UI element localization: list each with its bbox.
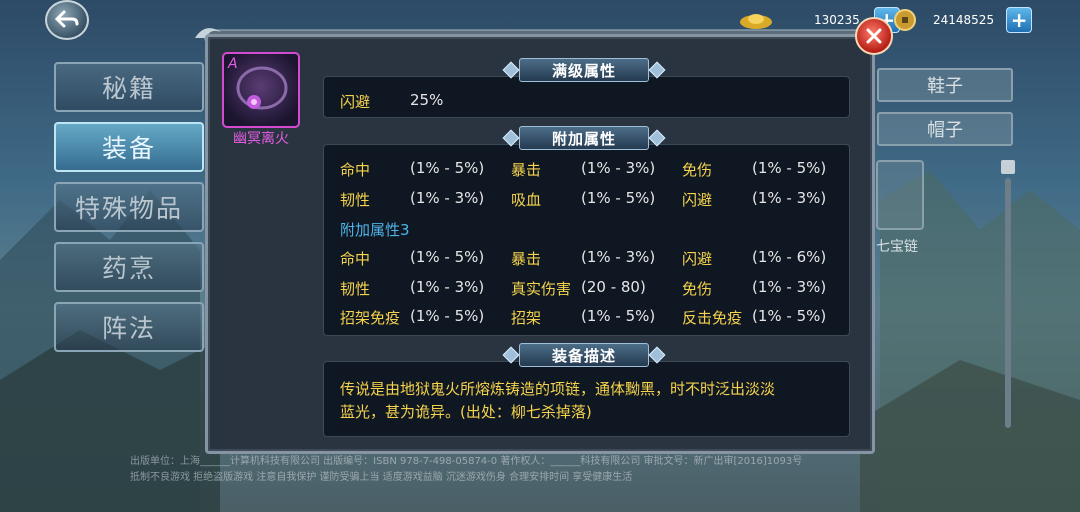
extra-attr-header: 附加属性 bbox=[502, 126, 666, 150]
scroll-up-arrow[interactable] bbox=[1001, 160, 1015, 174]
extra-attr-title: 附加属性 bbox=[519, 126, 649, 150]
attr-name: 招架免疫 bbox=[340, 309, 401, 327]
attr-value: (1% - 5%) bbox=[752, 159, 827, 177]
full-level-header: 满级属性 bbox=[502, 58, 666, 82]
attr-value: 25% bbox=[410, 91, 444, 109]
full-level-title: 满级属性 bbox=[519, 58, 649, 82]
close-icon bbox=[866, 28, 882, 44]
header-diamond-icon bbox=[502, 61, 520, 79]
attr-name: 免伤 bbox=[682, 161, 713, 179]
attr-name: 暴击 bbox=[511, 250, 542, 268]
footer-line-1: 出版单位：上海______计算机科技有限公司 出版编号：ISBN 978-7-4… bbox=[130, 456, 803, 467]
attr-value: (1% - 5%) bbox=[410, 159, 485, 177]
add-coin-button[interactable]: + bbox=[1006, 7, 1033, 33]
extra-attr-group-title: 附加属性3 bbox=[340, 221, 410, 239]
attr-name: 招架 bbox=[511, 309, 542, 327]
footer-line-2: 抵制不良游戏 拒绝盗版游戏 注意自我保护 谨防受骗上当 适度游戏益脑 沉迷游戏伤… bbox=[130, 472, 633, 483]
attr-value: (1% - 5%) bbox=[410, 248, 485, 266]
attr-value: (1% - 3%) bbox=[581, 159, 656, 177]
item-name: 幽冥离火 bbox=[233, 131, 289, 147]
header-diamond-icon bbox=[648, 129, 666, 147]
attr-name: 闪避 bbox=[682, 190, 713, 209]
coin-amount: 24148525 bbox=[933, 13, 995, 27]
attr-value: (1% - 5%) bbox=[752, 307, 827, 325]
coin-icon bbox=[894, 9, 916, 31]
attr-value: (20 - 80) bbox=[581, 277, 646, 296]
attr-name: 反击免疫 bbox=[682, 309, 743, 327]
tab-shoes[interactable]: 鞋子 bbox=[877, 68, 1013, 102]
back-button[interactable] bbox=[45, 0, 89, 40]
description-text: 传说是由地狱鬼火所熔炼铸造的项链，通体黝黑，时不时泛出淡淡 蓝光，甚为诡异。(出… bbox=[340, 378, 845, 424]
description-line-2: 蓝光，甚为诡异。(出处：柳七杀掉落) bbox=[340, 403, 592, 421]
description-line-1: 传说是由地狱鬼火所熔炼铸造的项链，通体黝黑，时不时泛出淡淡 bbox=[340, 380, 776, 398]
scrollbar[interactable] bbox=[1000, 160, 1016, 450]
necklace-slot-label: 七宝链 bbox=[876, 239, 918, 255]
attr-name: 命中 bbox=[340, 250, 371, 268]
attr-value: (1% - 3%) bbox=[752, 277, 827, 296]
tab-secret-books[interactable]: 秘籍 bbox=[54, 62, 204, 112]
attr-name: 暴击 bbox=[511, 161, 542, 179]
header-diamond-icon bbox=[502, 129, 520, 147]
header-diamond-icon bbox=[648, 61, 666, 79]
full-level-row: 闪避 25% bbox=[340, 91, 443, 112]
attr-value: (1% - 3%) bbox=[752, 188, 827, 207]
attr-value: (1% - 3%) bbox=[410, 277, 485, 296]
attr-value: (1% - 6%) bbox=[752, 248, 827, 266]
attr-value: (1% - 5%) bbox=[581, 307, 656, 325]
attr-name: 命中 bbox=[340, 161, 371, 179]
tab-hat[interactable]: 帽子 bbox=[877, 112, 1013, 146]
attr-name: 闪避 bbox=[340, 93, 371, 111]
back-arrow-icon bbox=[55, 10, 79, 28]
necklace-slot[interactable] bbox=[876, 160, 924, 230]
tab-formation[interactable]: 阵法 bbox=[54, 302, 204, 352]
attr-name: 韧性 bbox=[340, 190, 371, 209]
attr-name: 韧性 bbox=[340, 279, 371, 298]
description-title: 装备描述 bbox=[519, 343, 649, 367]
attr-value: (1% - 3%) bbox=[581, 248, 656, 266]
close-button[interactable] bbox=[855, 17, 893, 55]
coin-currency: 24148525 + bbox=[893, 6, 1033, 34]
attr-name: 闪避 bbox=[682, 250, 713, 268]
attr-value: (1% - 5%) bbox=[410, 307, 485, 325]
tab-special-items[interactable]: 特殊物品 bbox=[54, 182, 204, 232]
tab-medicine[interactable]: 药烹 bbox=[54, 242, 204, 292]
header-diamond-icon bbox=[648, 346, 666, 364]
item-grade: A bbox=[228, 56, 238, 72]
attr-name: 真实伤害 bbox=[511, 279, 572, 298]
attr-value: (1% - 3%) bbox=[410, 188, 485, 207]
attr-name: 免伤 bbox=[682, 279, 713, 298]
attr-value: (1% - 5%) bbox=[581, 188, 656, 207]
header-diamond-icon bbox=[502, 346, 520, 364]
legal-footer: 出版单位：上海______计算机科技有限公司 出版编号：ISBN 978-7-4… bbox=[130, 454, 950, 486]
description-header: 装备描述 bbox=[502, 343, 666, 367]
item-icon-slot: A bbox=[222, 52, 300, 128]
scroll-track[interactable] bbox=[1005, 178, 1011, 428]
attr-name: 吸血 bbox=[511, 190, 542, 209]
tab-equipment[interactable]: 装备 bbox=[54, 122, 204, 172]
